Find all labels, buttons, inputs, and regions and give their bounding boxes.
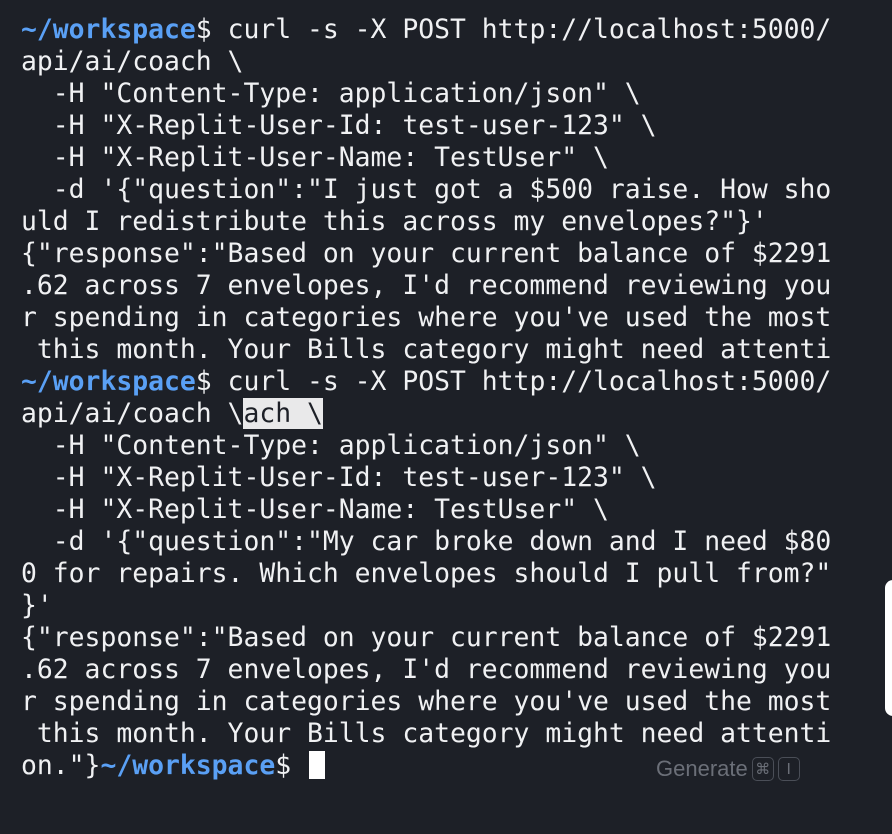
terminal-line: .62 across 7 envelopes, I'd recommend re… [21,654,832,685]
generate-hint[interactable]: Generate ⌘ I [656,754,800,784]
terminal-line: -H "Content-Type: application/json" \ [21,78,641,109]
terminal-line: api/ai/coach \ach \ [21,398,323,430]
command-key-icon: ⌘ [751,757,774,781]
command-text: curl -s -X POST http://localhost:5000/ [227,14,832,45]
side-panel-edge [885,580,892,716]
output-text: on."} [21,750,101,781]
terminal-line: }' [21,590,53,621]
prompt-path: ~/workspace [100,750,276,781]
terminal-line: -H "X-Replit-User-Name: TestUser" \ [21,494,609,525]
terminal-line: -d '{"question":"I just got a $500 raise… [21,174,832,205]
command-text: curl -s -X POST http://localhost:5000/ [227,366,832,397]
terminal-line: this month. Your Bills category might ne… [21,718,832,749]
prompt-symbol: $ [195,366,228,397]
terminal-line: 0 for repairs. Which envelopes should I … [21,558,832,589]
terminal-line: -H "X-Replit-User-Id: test-user-123" \ [21,110,657,141]
terminal-line: uld I redistribute this across my envelo… [21,206,768,237]
terminal-line: -H "X-Replit-User-Name: TestUser" \ [21,142,609,173]
terminal-line: ~/workspace$ curl -s -X POST http://loca… [21,366,831,398]
terminal-line: api/ai/coach \ [21,46,244,77]
prompt-symbol: $ [275,750,308,781]
terminal-line: -H "X-Replit-User-Id: test-user-123" \ [21,462,657,493]
terminal-output[interactable]: ~/workspace$ curl -s -X POST http://loca… [0,0,892,834]
terminal-line: -H "Content-Type: application/json" \ [21,430,641,461]
terminal-line: this month. Your Bills category might ne… [21,334,832,365]
terminal-line: {"response":"Based on your current balan… [21,622,832,653]
terminal-line: {"response":"Based on your current balan… [21,238,832,269]
terminal-line: -d '{"question":"My car broke down and I… [21,526,832,557]
prompt-path: ~/workspace [21,366,196,397]
selected-text[interactable]: ach \ [243,398,323,429]
terminal-line: r spending in categories where you've us… [21,686,832,717]
prompt-path: ~/workspace [21,14,196,45]
text-cursor [309,751,326,779]
terminal-line: .62 across 7 envelopes, I'd recommend re… [21,270,832,301]
prompt-symbol: $ [195,14,228,45]
terminal-line: ~/workspace$ curl -s -X POST http://loca… [21,14,831,46]
terminal-line: r spending in categories where you've us… [21,302,832,333]
command-text: api/ai/coach \ [21,398,244,429]
generate-label: Generate [656,756,748,781]
terminal-input-line[interactable]: on."}~/workspace$ [21,750,326,782]
i-key: I [777,757,800,781]
